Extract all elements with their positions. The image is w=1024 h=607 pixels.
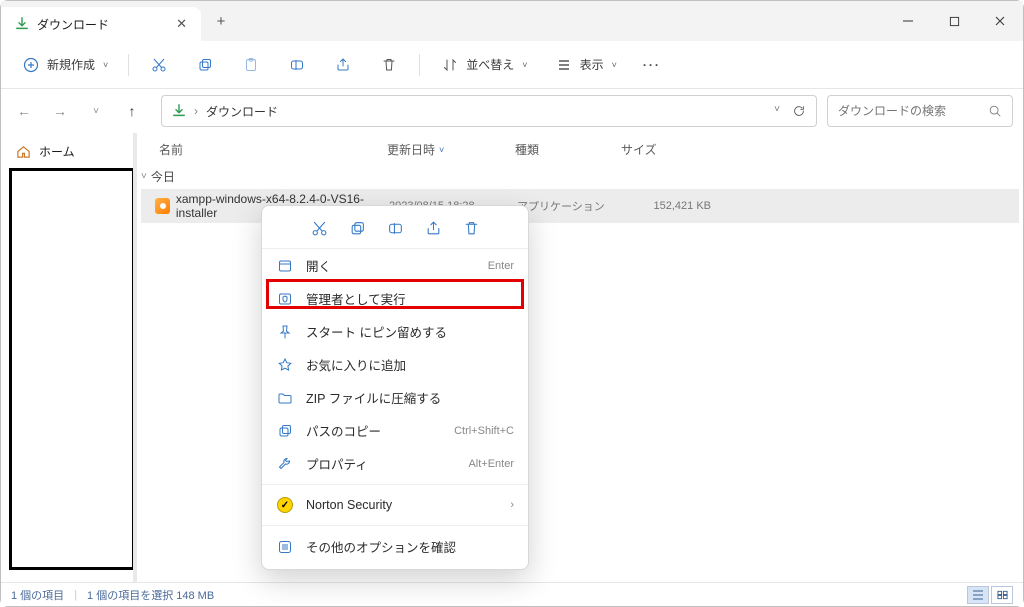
chevron-down-icon: ˅ <box>141 171 147 182</box>
share-button[interactable] <box>323 49 363 81</box>
trash-icon <box>379 55 399 75</box>
ctx-copy-path[interactable]: パスのコピー Ctrl+Shift+C <box>262 414 528 447</box>
tab-close-icon[interactable]: ✕ <box>176 16 187 32</box>
sort-label: 並べ替え <box>466 56 514 73</box>
more-options-icon <box>276 538 294 556</box>
forward-button[interactable]: → <box>47 98 73 124</box>
clipboard-icon <box>241 55 261 75</box>
star-icon <box>276 356 294 374</box>
share-icon[interactable] <box>423 218 443 238</box>
sidebar-item-home[interactable]: ホーム <box>9 137 129 166</box>
ctx-add-favorite[interactable]: お気に入りに追加 <box>262 348 528 381</box>
tab-title: ダウンロード <box>37 16 109 33</box>
chevron-down-icon: ˅ <box>103 60 108 70</box>
toolbar: 新規作成 ˅ 並べ替え ˅ 表示 ˅ ··· <box>1 41 1023 89</box>
breadcrumb-downloads[interactable]: ダウンロード <box>206 103 278 120</box>
rename-icon[interactable] <box>385 218 405 238</box>
back-button[interactable]: ← <box>11 98 37 124</box>
scissors-icon[interactable] <box>309 218 329 238</box>
view-button[interactable]: 表示 ˅ <box>544 49 627 81</box>
chevron-right-icon: › <box>510 499 514 511</box>
ellipsis-icon: ··· <box>643 58 661 72</box>
search-box[interactable] <box>827 95 1013 127</box>
breadcrumb-sep-icon: › <box>194 104 198 118</box>
group-header-today[interactable]: ˅ 今日 <box>141 166 1019 189</box>
wrench-icon <box>276 455 294 473</box>
ctx-more-options[interactable]: その他のオプションを確認 <box>262 530 528 563</box>
status-bar: 1 個の項目 | 1 個の項目を選択 148 MB <box>1 582 1023 606</box>
ctx-run-as-admin[interactable]: 管理者として実行 <box>262 282 528 315</box>
sidebar: ホーム <box>1 133 137 584</box>
copy-icon[interactable] <box>347 218 367 238</box>
trash-icon[interactable] <box>461 218 481 238</box>
ctx-properties[interactable]: プロパティ Alt+Enter <box>262 447 528 480</box>
share-icon <box>333 55 353 75</box>
more-button[interactable]: ··· <box>633 52 671 78</box>
col-name[interactable]: 名前 <box>159 141 387 158</box>
copy-icon <box>195 55 215 75</box>
shield-icon <box>276 290 294 308</box>
sidebar-home-label: ホーム <box>39 143 75 160</box>
context-menu: 開く Enter 管理者として実行 スタート にピン留めする お気に入りに追加 … <box>261 205 529 570</box>
recent-chevron-icon[interactable]: ˅ <box>83 98 109 124</box>
ctx-pin-start[interactable]: スタート にピン留めする <box>262 315 528 348</box>
view-label: 表示 <box>580 56 604 73</box>
ctx-norton-security[interactable]: ✓ Norton Security › <box>262 489 528 521</box>
pin-icon <box>276 323 294 341</box>
ctx-open[interactable]: 開く Enter <box>262 249 528 282</box>
chevron-down-icon: ˅ <box>612 60 617 70</box>
column-headers: 名前 更新日時 ˅ 種類 サイズ <box>137 137 1023 164</box>
close-button[interactable] <box>977 1 1023 41</box>
download-arrow-icon <box>172 104 186 118</box>
folder-zip-icon <box>276 389 294 407</box>
home-icon <box>15 144 31 160</box>
cut-button[interactable] <box>139 49 179 81</box>
maximize-button[interactable] <box>931 1 977 41</box>
search-icon[interactable] <box>988 104 1002 118</box>
title-bar: ダウンロード ✕ + <box>1 1 1023 41</box>
col-date[interactable]: 更新日時 ˅ <box>387 141 515 158</box>
delete-button[interactable] <box>369 49 409 81</box>
col-size[interactable]: サイズ <box>621 141 721 158</box>
redacted-sidebar-section <box>9 168 135 570</box>
search-input[interactable] <box>838 104 978 118</box>
norton-icon: ✓ <box>276 496 294 514</box>
sort-icon <box>440 55 460 75</box>
window-controls <box>885 1 1023 41</box>
col-type[interactable]: 種類 <box>515 141 621 158</box>
file-type: アプリケーション <box>517 198 623 214</box>
new-tab-button[interactable]: + <box>201 1 241 41</box>
ctx-compress-zip[interactable]: ZIP ファイルに圧縮する <box>262 381 528 414</box>
status-item-count: 1 個の項目 <box>11 587 64 603</box>
copy-path-icon <box>276 422 294 440</box>
refresh-icon[interactable] <box>792 104 806 118</box>
up-button[interactable]: ↑ <box>119 98 145 124</box>
status-selection: 1 個の項目を選択 148 MB <box>87 587 214 603</box>
plus-circle-icon <box>21 55 41 75</box>
details-view-button[interactable] <box>967 586 989 604</box>
thumbnails-view-button[interactable] <box>991 586 1013 604</box>
sort-button[interactable]: 並べ替え ˅ <box>430 49 537 81</box>
chevron-down-icon: ˅ <box>522 60 527 70</box>
installer-icon <box>155 198 170 214</box>
sort-desc-icon: ˅ <box>439 145 444 155</box>
file-size: 152,421 KB <box>623 200 723 212</box>
minimize-button[interactable] <box>885 1 931 41</box>
open-app-icon <box>276 257 294 275</box>
address-bar[interactable]: › ダウンロード ˅ <box>161 95 817 127</box>
view-list-icon <box>554 55 574 75</box>
rename-icon <box>287 55 307 75</box>
copy-button[interactable] <box>185 49 225 81</box>
address-row: ← → ˅ ↑ › ダウンロード ˅ <box>1 89 1023 133</box>
address-chevron-icon[interactable]: ˅ <box>774 104 780 118</box>
scissors-icon <box>149 55 169 75</box>
context-quick-actions <box>262 212 528 249</box>
tab-downloads[interactable]: ダウンロード ✕ <box>1 7 201 41</box>
rename-button[interactable] <box>277 49 317 81</box>
download-arrow-icon <box>15 17 29 31</box>
new-label: 新規作成 <box>47 56 95 73</box>
paste-button[interactable] <box>231 49 271 81</box>
new-button[interactable]: 新規作成 ˅ <box>11 49 118 81</box>
